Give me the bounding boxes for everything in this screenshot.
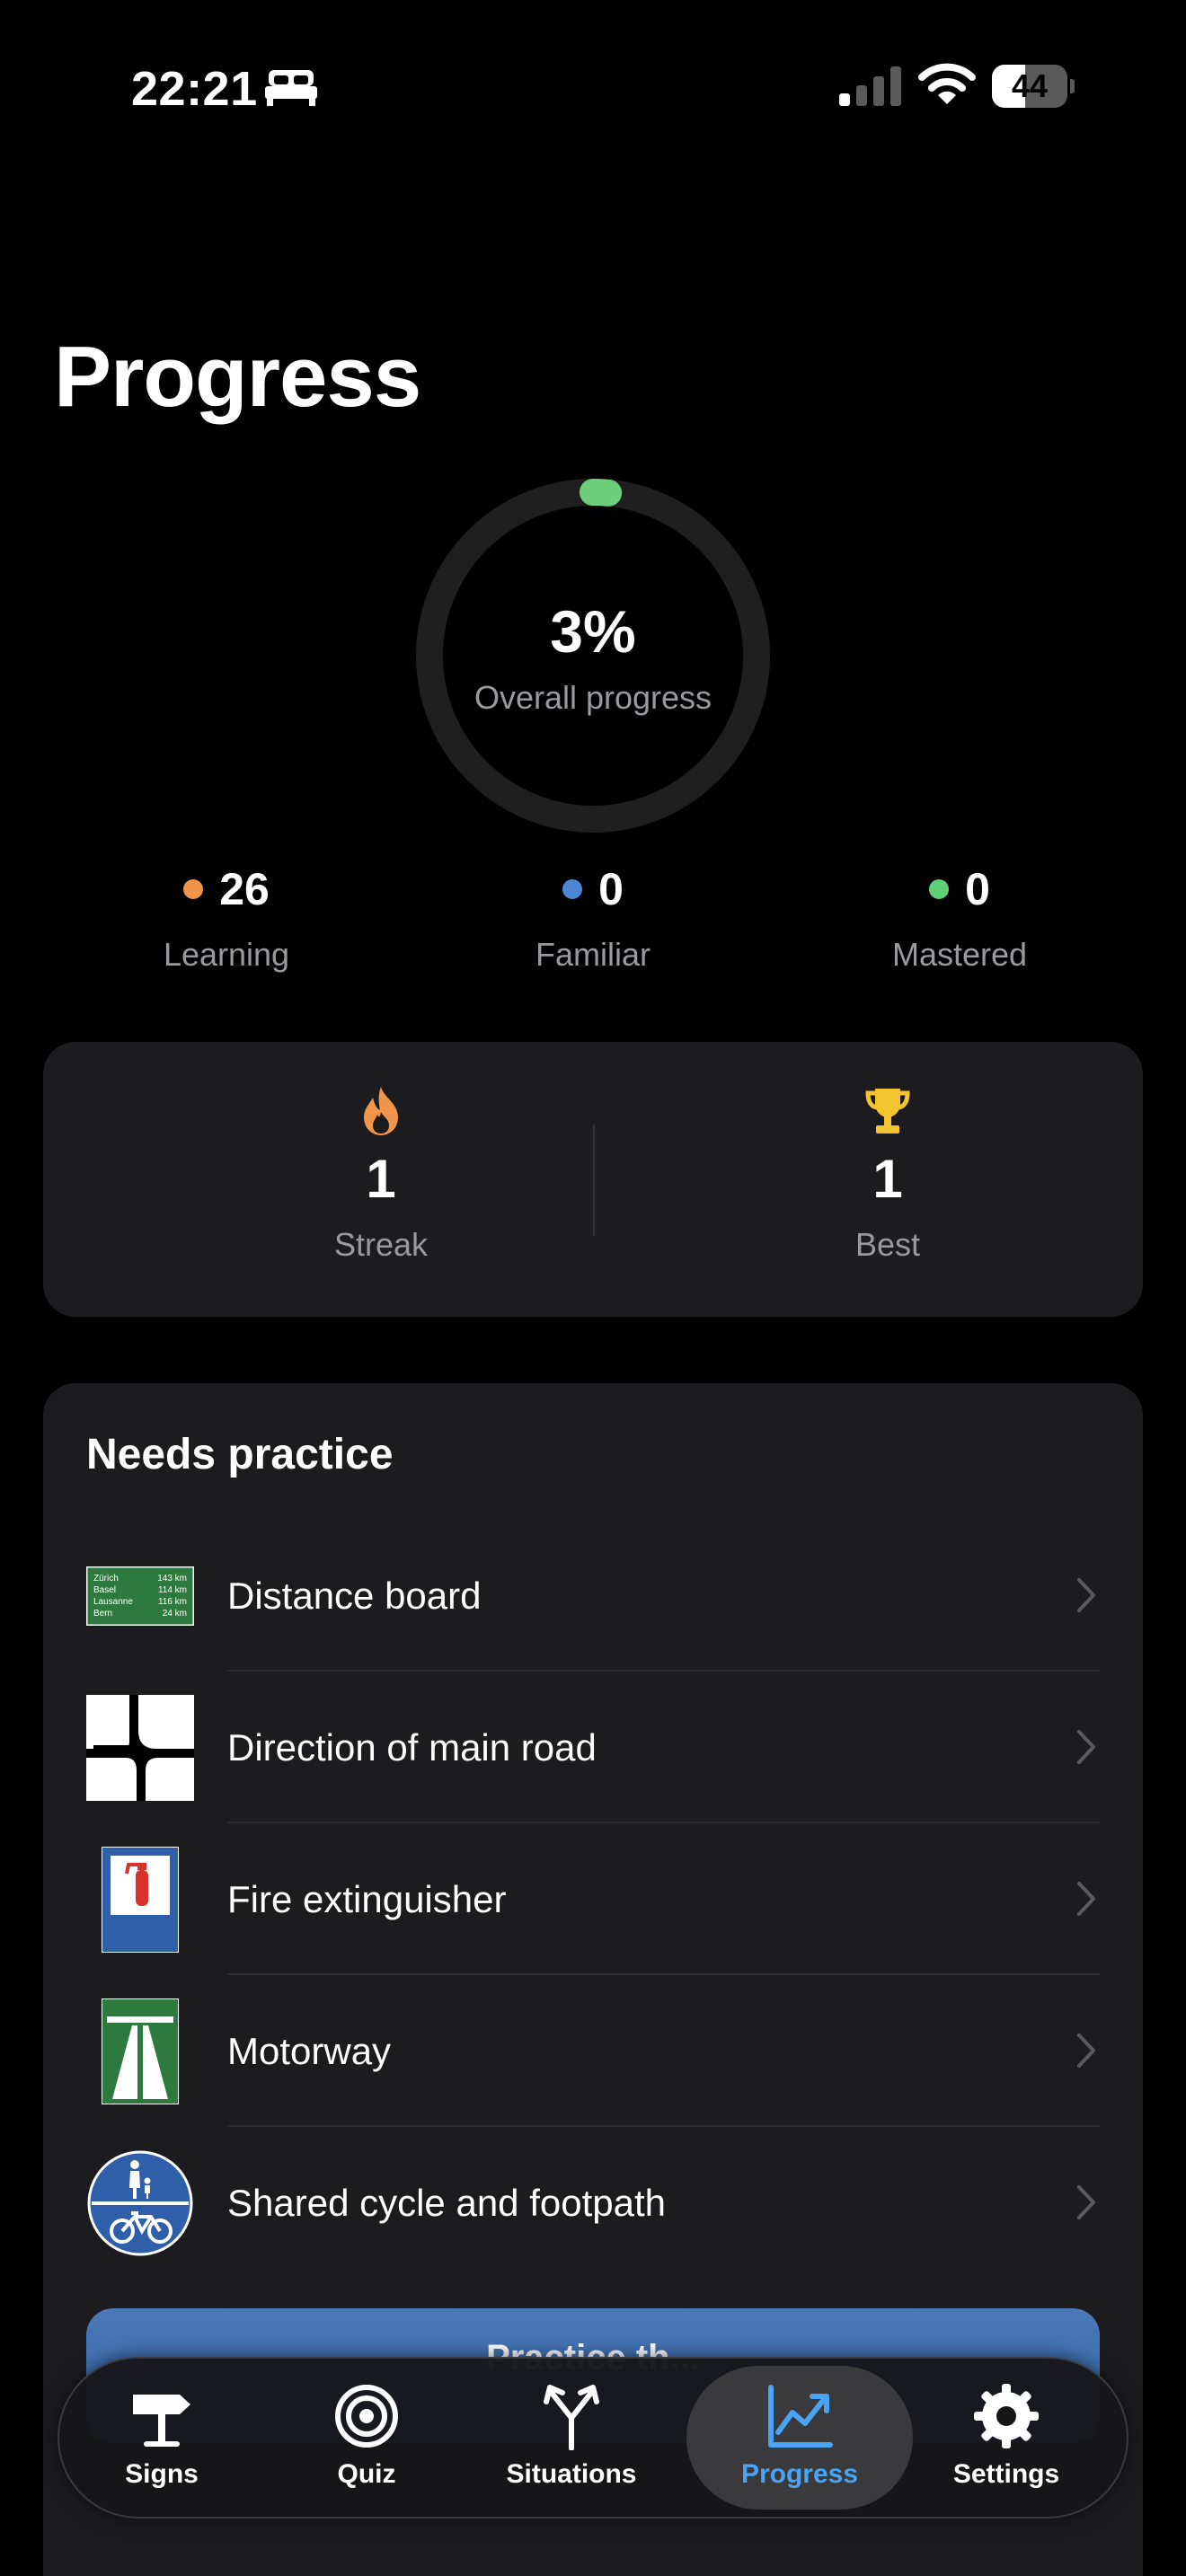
stat-familiar: 0 Familiar xyxy=(458,862,728,974)
best-streak-label: Best xyxy=(854,1226,921,1263)
stat-mastered: 0 Mastered xyxy=(825,862,1094,974)
chevron-right-icon xyxy=(1077,1578,1095,1612)
page-title: Progress xyxy=(54,329,421,425)
tab-label: Settings xyxy=(952,2459,1060,2489)
streak-best: 1 Best xyxy=(708,1085,1067,1264)
target-icon xyxy=(335,2385,398,2448)
streak-value: 1 xyxy=(366,1149,396,1209)
stat-familiar-value: 0 xyxy=(598,864,624,914)
streak-card: 1 Streak 1 Best xyxy=(43,1042,1143,1317)
tab-settings[interactable]: Settings xyxy=(904,2359,1109,2517)
battery-indicator: 44 xyxy=(992,65,1075,108)
overall-progress-label: Overall progress xyxy=(474,679,712,716)
fire-extinguisher-sign-icon xyxy=(86,1847,194,1953)
stat-mastered-label: Mastered xyxy=(891,936,1028,973)
tab-label: Signs xyxy=(125,2459,199,2489)
gear-icon xyxy=(974,2384,1039,2448)
status-time: 22:21 xyxy=(131,62,258,116)
tab-label: Quiz xyxy=(337,2459,396,2489)
tab-situations[interactable]: Situations xyxy=(469,2359,674,2517)
chart-line-icon xyxy=(768,2385,833,2448)
practice-item-label: Fire extinguisher xyxy=(227,1878,507,1920)
practice-item-fire-extinguisher[interactable]: Fire extinguisher xyxy=(43,1823,1143,1975)
chevron-right-icon xyxy=(1077,2185,1095,2219)
stat-learning-value: 26 xyxy=(219,864,270,914)
streak-label: Streak xyxy=(333,1226,429,1263)
practice-item-motorway[interactable]: Motorway xyxy=(43,1975,1143,2127)
tab-bar: Signs Quiz Situations Progress Settings xyxy=(58,2357,1128,2519)
practice-item-label: Distance board xyxy=(227,1575,482,1617)
chevron-right-icon xyxy=(1077,2033,1095,2068)
tab-signs[interactable]: Signs xyxy=(59,2359,264,2517)
shared-path-sign-icon xyxy=(86,2150,194,2256)
distance-board-km-4: 24 km xyxy=(163,1609,187,1619)
main-road-direction-sign-icon xyxy=(86,1695,194,1801)
tab-quiz[interactable]: Quiz xyxy=(264,2359,469,2517)
tab-progress[interactable]: Progress xyxy=(697,2359,902,2517)
streak-current: 1 Streak xyxy=(201,1085,561,1264)
status-bar: 22:21 44 xyxy=(0,0,1186,171)
practice-item-label: Shared cycle and footpath xyxy=(227,2182,667,2224)
distance-board-km-2: 114 km xyxy=(158,1585,187,1595)
practice-item-direction-of-main-road[interactable]: Direction of main road xyxy=(43,1672,1143,1823)
tab-label: Progress xyxy=(740,2459,859,2489)
wifi-icon xyxy=(918,63,976,104)
distance-board-place-2: Basel xyxy=(93,1585,116,1595)
best-streak-value: 1 xyxy=(872,1149,903,1209)
distance-board-km-3: 116 km xyxy=(158,1597,187,1607)
distance-board-place-3: Lausanne xyxy=(93,1597,133,1607)
overall-progress-value: 3% xyxy=(550,598,636,665)
practice-item-shared-cycle-and-footpath[interactable]: Shared cycle and footpath xyxy=(43,2127,1143,2279)
trophy-icon xyxy=(865,1089,910,1134)
chevron-right-icon xyxy=(1077,1882,1095,1916)
battery-percent: 44 xyxy=(1011,67,1049,104)
stat-familiar-label: Familiar xyxy=(535,936,651,973)
learning-dot-icon xyxy=(183,879,204,899)
streak-divider xyxy=(593,1125,595,1236)
chevron-right-icon xyxy=(1077,1730,1095,1764)
stat-learning-label: Learning xyxy=(163,936,290,973)
stat-mastered-value: 0 xyxy=(965,864,990,914)
practice-item-label: Motorway xyxy=(227,2030,392,2072)
practice-item-label: Direction of main road xyxy=(227,1726,597,1769)
familiar-dot-icon xyxy=(562,879,583,899)
distance-board-km-1: 143 km xyxy=(157,1574,187,1584)
motorway-sign-icon xyxy=(86,1998,194,2104)
signpost-icon xyxy=(133,2395,190,2447)
mastered-dot-icon xyxy=(929,879,950,899)
fork-arrows-icon xyxy=(544,2385,599,2450)
tab-label: Situations xyxy=(506,2459,637,2489)
distance-board-place-1: Zürich xyxy=(93,1574,119,1584)
distance-board-place-4: Bern xyxy=(93,1609,112,1619)
flame-icon xyxy=(364,1087,398,1135)
stat-learning: 26 Learning xyxy=(92,862,361,974)
cellular-signal-icon xyxy=(839,66,901,106)
bed-icon xyxy=(265,70,317,106)
practice-item-distance-board[interactable]: Zürich 143 km Basel 114 km Lausanne 116 … xyxy=(43,1520,1143,1672)
needs-practice-title: Needs practice xyxy=(86,1431,394,1478)
overall-progress-ring: 3% Overall progress xyxy=(413,476,773,835)
distance-board-sign-icon: Zürich 143 km Basel 114 km Lausanne 116 … xyxy=(86,1543,194,1649)
